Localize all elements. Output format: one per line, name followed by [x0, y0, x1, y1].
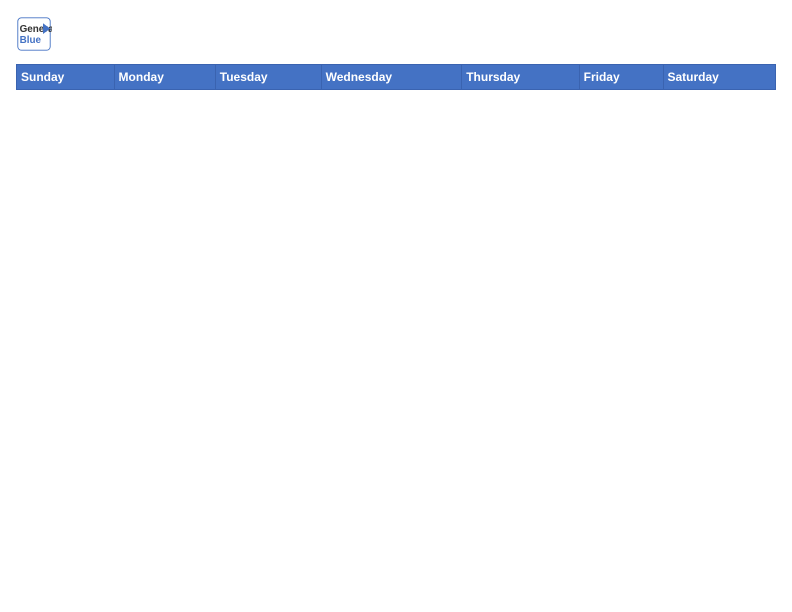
weekday-header: Tuesday [215, 65, 321, 90]
weekday-header: Sunday [17, 65, 115, 90]
weekday-header-row: SundayMondayTuesdayWednesdayThursdayFrid… [17, 65, 776, 90]
page-header: General Blue [16, 16, 776, 52]
weekday-header: Monday [114, 65, 215, 90]
weekday-header: Saturday [663, 65, 776, 90]
weekday-header: Wednesday [321, 65, 462, 90]
weekday-header: Thursday [462, 65, 579, 90]
weekday-header: Friday [579, 65, 663, 90]
svg-text:Blue: Blue [20, 35, 42, 46]
logo-icon: General Blue [16, 16, 52, 52]
logo: General Blue [16, 16, 58, 52]
calendar: SundayMondayTuesdayWednesdayThursdayFrid… [16, 64, 776, 90]
